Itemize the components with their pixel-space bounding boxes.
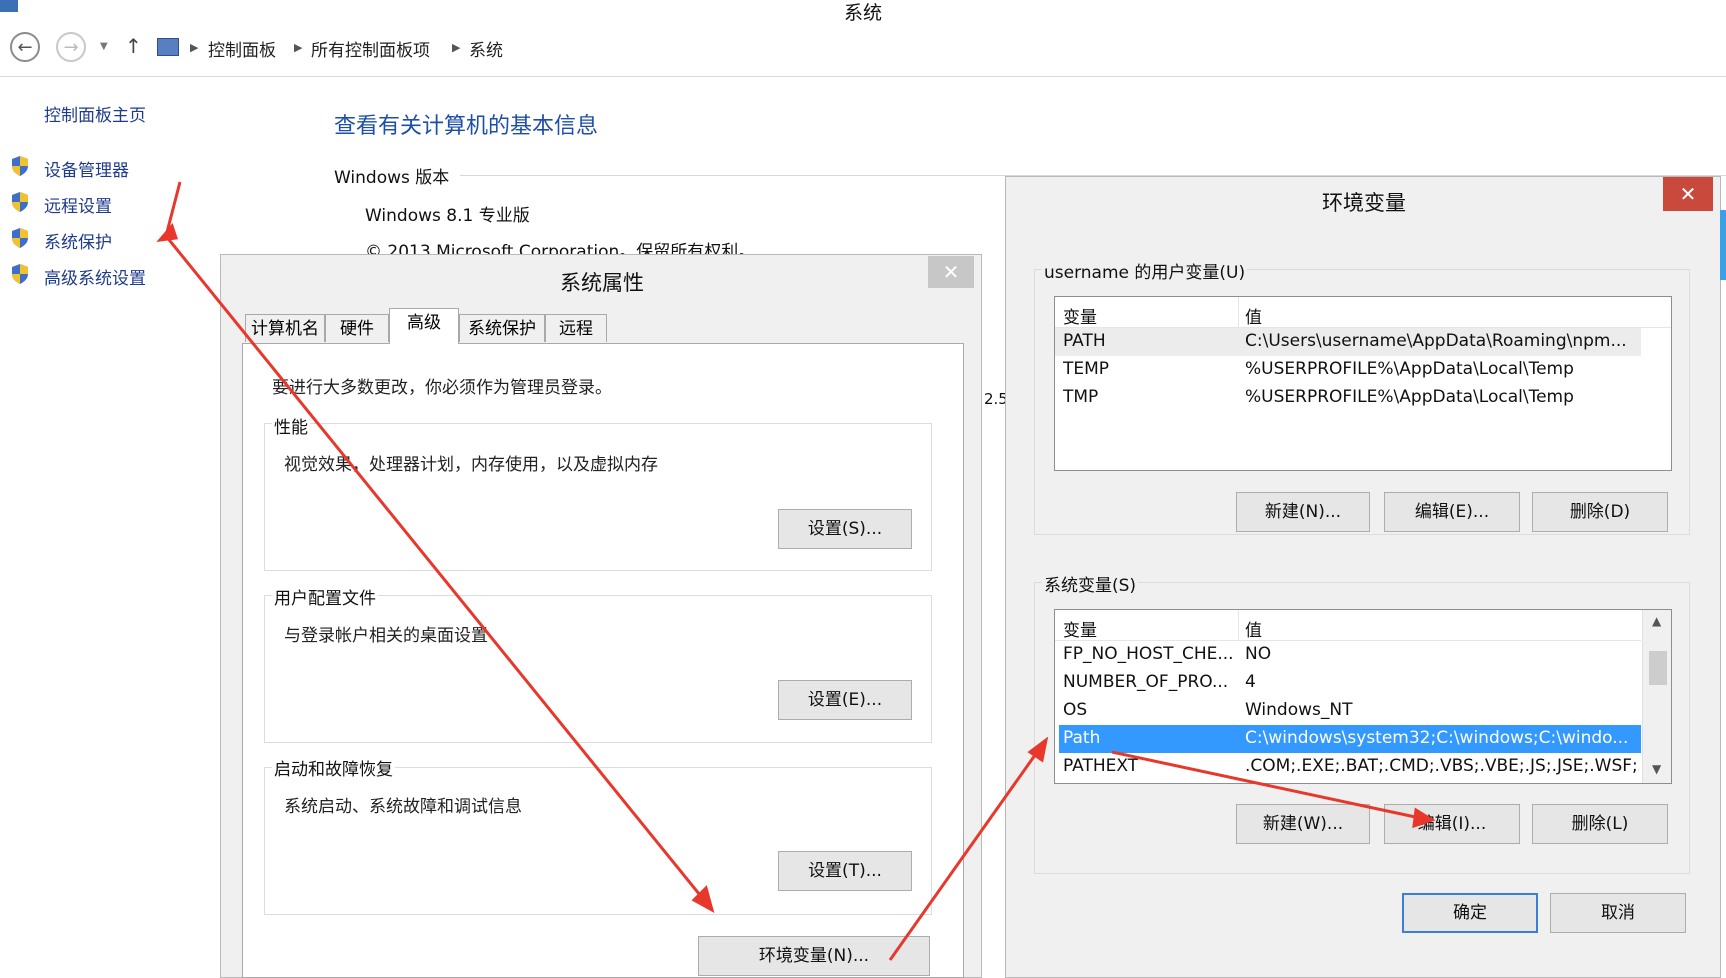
annotation-arrow-to-advanced-settings (156, 181, 182, 242)
tab-advanced[interactable]: 高级 (389, 308, 459, 344)
annotation-arrows (156, 181, 1436, 961)
annotation-arrow-to-edit-button (1111, 750, 1436, 829)
annotation-arrow-to-path-row (888, 736, 1049, 961)
